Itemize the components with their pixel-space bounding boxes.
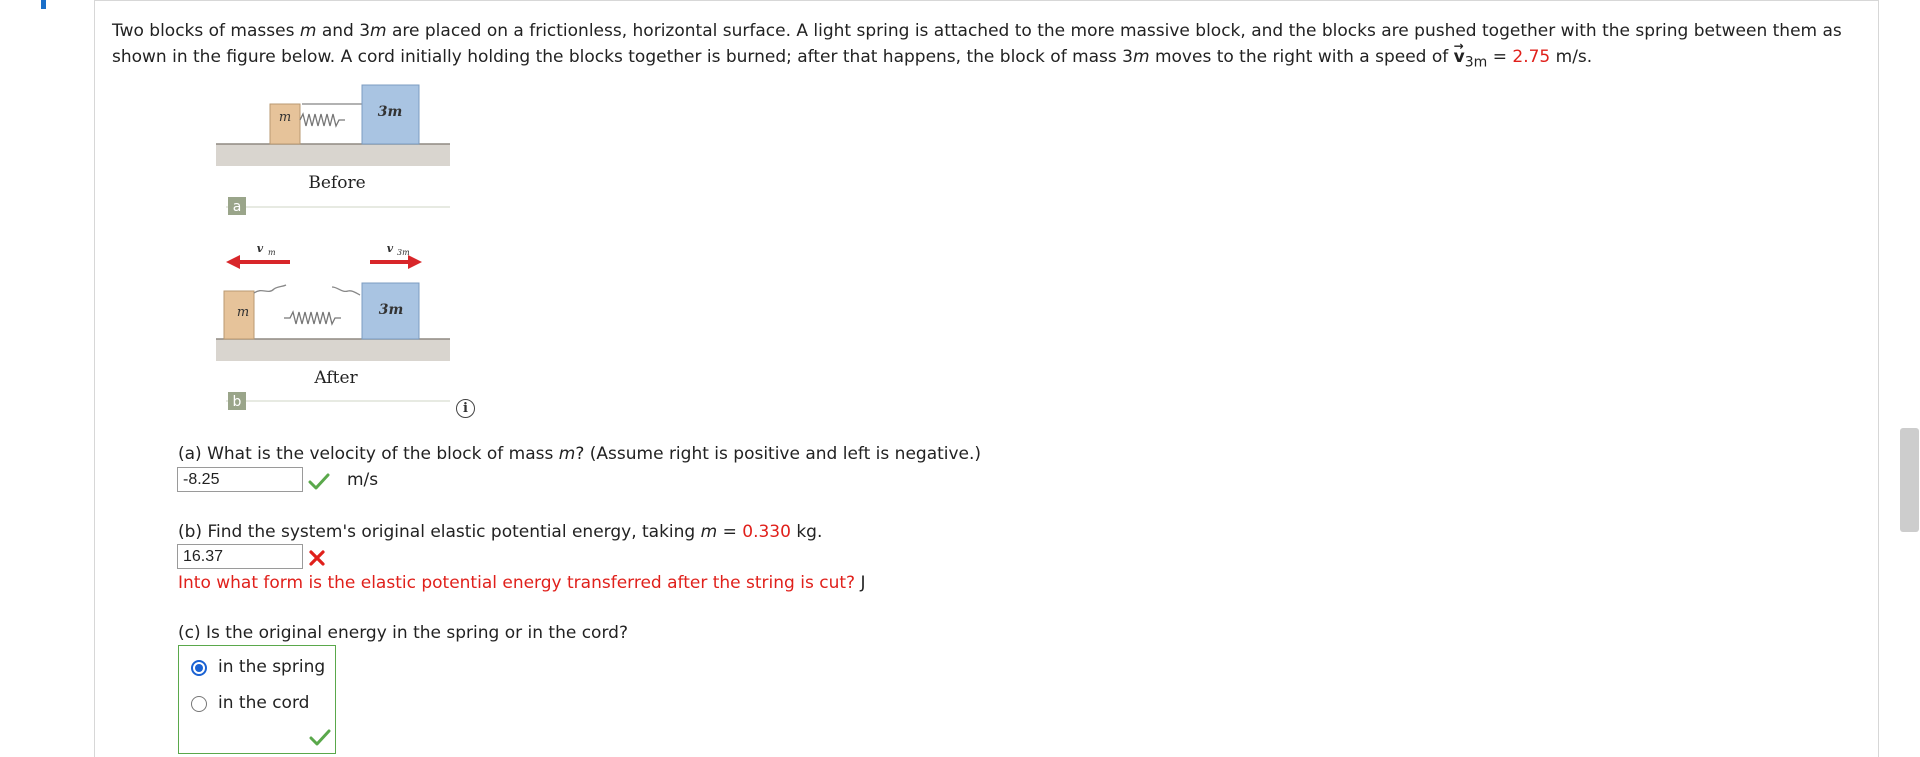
left-gutter xyxy=(0,0,94,757)
label-before: Before xyxy=(308,173,365,193)
ground-after xyxy=(216,339,450,361)
info-icon[interactable]: i xyxy=(456,399,475,418)
given-mass: 0.330 xyxy=(742,522,791,542)
label-after: After xyxy=(313,368,358,388)
option-in-the-cord[interactable]: in the cord xyxy=(218,692,309,714)
part-b-hint: Into what form is the elastic potential … xyxy=(178,573,866,593)
part-a-unit: m/s xyxy=(347,470,379,490)
label-3m-bottom: 3m xyxy=(379,302,404,318)
part-a-answer-field[interactable]: -8.25 xyxy=(177,467,303,492)
part-a-check-icon xyxy=(308,473,330,490)
problem-statement: Two blocks of masses m and 3m are placed… xyxy=(112,18,1872,75)
radio-in-the-cord[interactable] xyxy=(191,696,207,712)
badge-b-label: b xyxy=(233,394,242,410)
part-c-check-icon xyxy=(309,729,331,746)
ground-before xyxy=(216,144,450,166)
part-b-question: (b) Find the system's original elastic p… xyxy=(178,522,823,542)
figure-drawing: m 3m Before a v m v 3m m 3m After b xyxy=(216,84,450,410)
cord-piece-left xyxy=(253,284,287,294)
part-b-hint-unit: J xyxy=(855,573,866,593)
part-b-answer-field[interactable]: 16.37 xyxy=(177,544,303,569)
part-a-question: (a) What is the velocity of the block of… xyxy=(178,444,982,464)
spring-after xyxy=(284,310,341,326)
velocity-vector-symbol: v xyxy=(1454,47,1465,67)
radio-in-the-spring[interactable] xyxy=(191,660,207,676)
label-m-top: m xyxy=(279,110,291,125)
badge-a-label: a xyxy=(233,199,242,215)
spring-blocks-figure: m 3m Before a v m v 3m m 3m After b xyxy=(210,80,490,420)
label-vm: v xyxy=(257,242,264,255)
option-in-the-spring[interactable]: in the spring xyxy=(218,656,325,678)
question-indicator xyxy=(41,0,46,9)
label-vm-sub: m xyxy=(268,248,276,257)
label-v3m: v xyxy=(387,242,394,255)
part-c-question: (c) Is the original energy in the spring… xyxy=(178,623,628,643)
part-c-choices: in the spring in the cord xyxy=(178,645,336,754)
part-b-x-icon xyxy=(309,550,325,566)
label-m-bottom: m xyxy=(237,305,249,320)
arrow-right xyxy=(408,255,422,269)
scrollbar-thumb[interactable] xyxy=(1900,428,1919,532)
spring-before xyxy=(299,112,345,128)
given-speed: 2.75 xyxy=(1512,47,1551,67)
arrow-left xyxy=(226,255,240,269)
cord-piece-right xyxy=(331,286,361,296)
label-3m-top: 3m xyxy=(378,104,403,120)
